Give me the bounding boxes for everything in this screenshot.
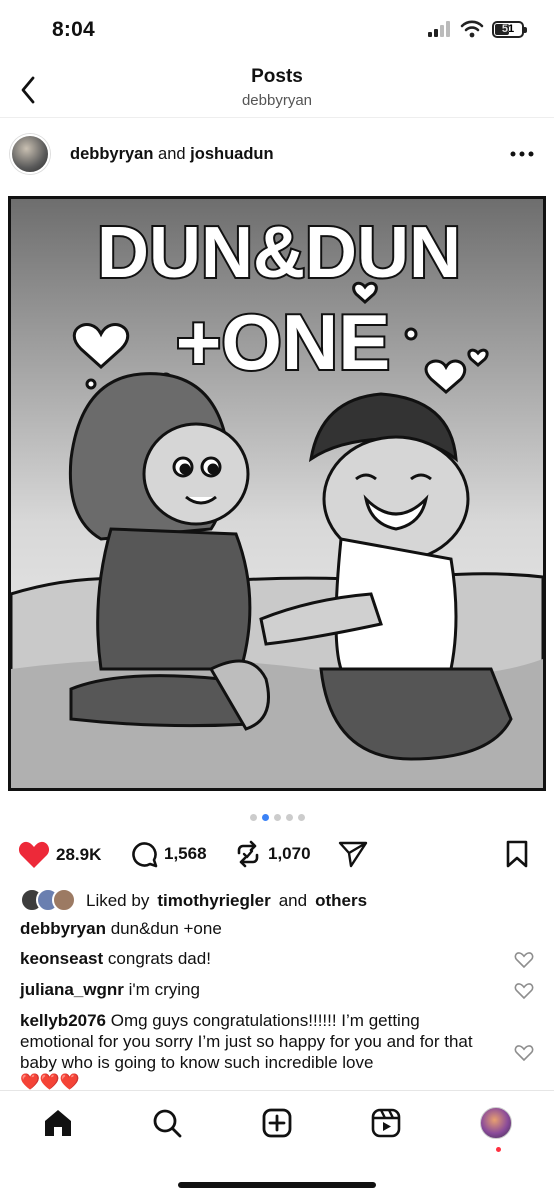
status-bar: 8:04 51 — [0, 0, 554, 62]
comment-username[interactable]: kellyb2076 — [20, 1011, 106, 1030]
post-header: debbyryan and joshuadun — [0, 128, 554, 184]
comment-count: 1,568 — [164, 844, 207, 863]
caption-text: dun&dun +one — [110, 919, 222, 938]
create-icon — [262, 1108, 292, 1138]
repost-button[interactable]: 1,070 — [234, 840, 311, 868]
carousel-dot — [297, 814, 305, 821]
carousel-dot — [249, 814, 257, 821]
cellular-signal-icon — [428, 21, 450, 37]
carousel-dot — [285, 814, 293, 821]
repost-icon — [237, 840, 259, 868]
home-indicator — [178, 1182, 376, 1188]
repost-count: 1,070 — [268, 844, 311, 863]
status-icons: 51 — [428, 20, 527, 38]
more-options-button[interactable] — [508, 140, 536, 168]
search-icon — [153, 1109, 182, 1138]
tab-create[interactable] — [259, 1105, 295, 1141]
page-subtitle: debbyryan — [241, 92, 313, 109]
comment-text: i'm crying — [128, 980, 200, 999]
wifi-icon — [460, 20, 484, 38]
tab-home[interactable] — [40, 1105, 76, 1141]
send-icon — [338, 841, 368, 868]
comment-heart-icon[interactable] — [514, 950, 534, 970]
post-caption: debbyryan dun&dun +one — [20, 918, 222, 939]
battery-level: 51 — [501, 23, 515, 35]
carousel-dot-active — [261, 814, 269, 821]
bookmark-icon — [506, 840, 528, 868]
comment-text: congrats dad! — [107, 949, 211, 968]
post-image[interactable]: DUN&DUN +ONE — [8, 196, 546, 791]
carousel-indicator — [0, 814, 554, 821]
more-horizontal-icon — [510, 151, 534, 157]
reels-icon — [371, 1108, 401, 1138]
notification-dot — [496, 1147, 501, 1152]
heart-filled-icon — [18, 841, 50, 868]
comment: juliana_wgnr i'm crying — [20, 979, 500, 1000]
author-avatar[interactable] — [10, 134, 50, 174]
liked-by-others[interactable]: others — [315, 891, 367, 911]
author-username-primary[interactable]: debbyryan — [70, 145, 153, 163]
comment-username[interactable]: juliana_wgnr — [20, 980, 124, 999]
save-button[interactable] — [505, 840, 529, 868]
tab-profile[interactable] — [478, 1105, 514, 1141]
battery-icon: 51 — [492, 20, 527, 38]
tab-search[interactable] — [149, 1105, 185, 1141]
comment-button[interactable]: 1,568 — [130, 840, 207, 868]
like-button[interactable]: 28.9K — [18, 840, 101, 870]
liked-by-row[interactable]: Liked by timothyriegler and others — [20, 886, 367, 916]
tab-reels[interactable] — [368, 1105, 404, 1141]
liked-by-joiner: and — [278, 891, 308, 910]
author-username-secondary[interactable]: joshuadun — [190, 145, 273, 163]
like-count: 28.9K — [56, 845, 102, 864]
comment-username[interactable]: keonseast — [20, 949, 103, 968]
carousel-dot — [273, 814, 281, 821]
caption-username[interactable]: debbyryan — [20, 919, 106, 938]
illustration-title-line1: DUN&DUN — [97, 213, 461, 293]
status-time: 8:04 — [52, 18, 95, 41]
liker-avatars — [20, 888, 78, 914]
post-authors: debbyryan and joshuadun — [70, 145, 274, 164]
home-icon — [45, 1110, 71, 1136]
comment: keonseast congrats dad! — [20, 948, 500, 969]
illustration-title-line2: +ONE — [176, 298, 391, 386]
share-button[interactable] — [338, 840, 368, 868]
author-joiner: and — [158, 145, 186, 163]
post-illustration: DUN&DUN +ONE — [11, 199, 543, 788]
nav-header: Posts debbyryan — [0, 62, 554, 118]
comment-icon — [132, 842, 158, 868]
liked-by-user[interactable]: timothyriegler — [157, 891, 270, 911]
comment-heart-icon[interactable] — [514, 1043, 534, 1063]
post-actions: 28.9K 1,568 1,070 — [0, 838, 554, 874]
liked-by-prefix: Liked by — [86, 891, 150, 910]
profile-avatar — [480, 1107, 512, 1139]
comment-heart-icon[interactable] — [514, 981, 534, 1001]
page-title: Posts — [251, 66, 303, 87]
comment: kellyb2076 Omg guys congratulations!!!!!… — [20, 1010, 498, 1093]
liker-avatar — [52, 888, 76, 912]
